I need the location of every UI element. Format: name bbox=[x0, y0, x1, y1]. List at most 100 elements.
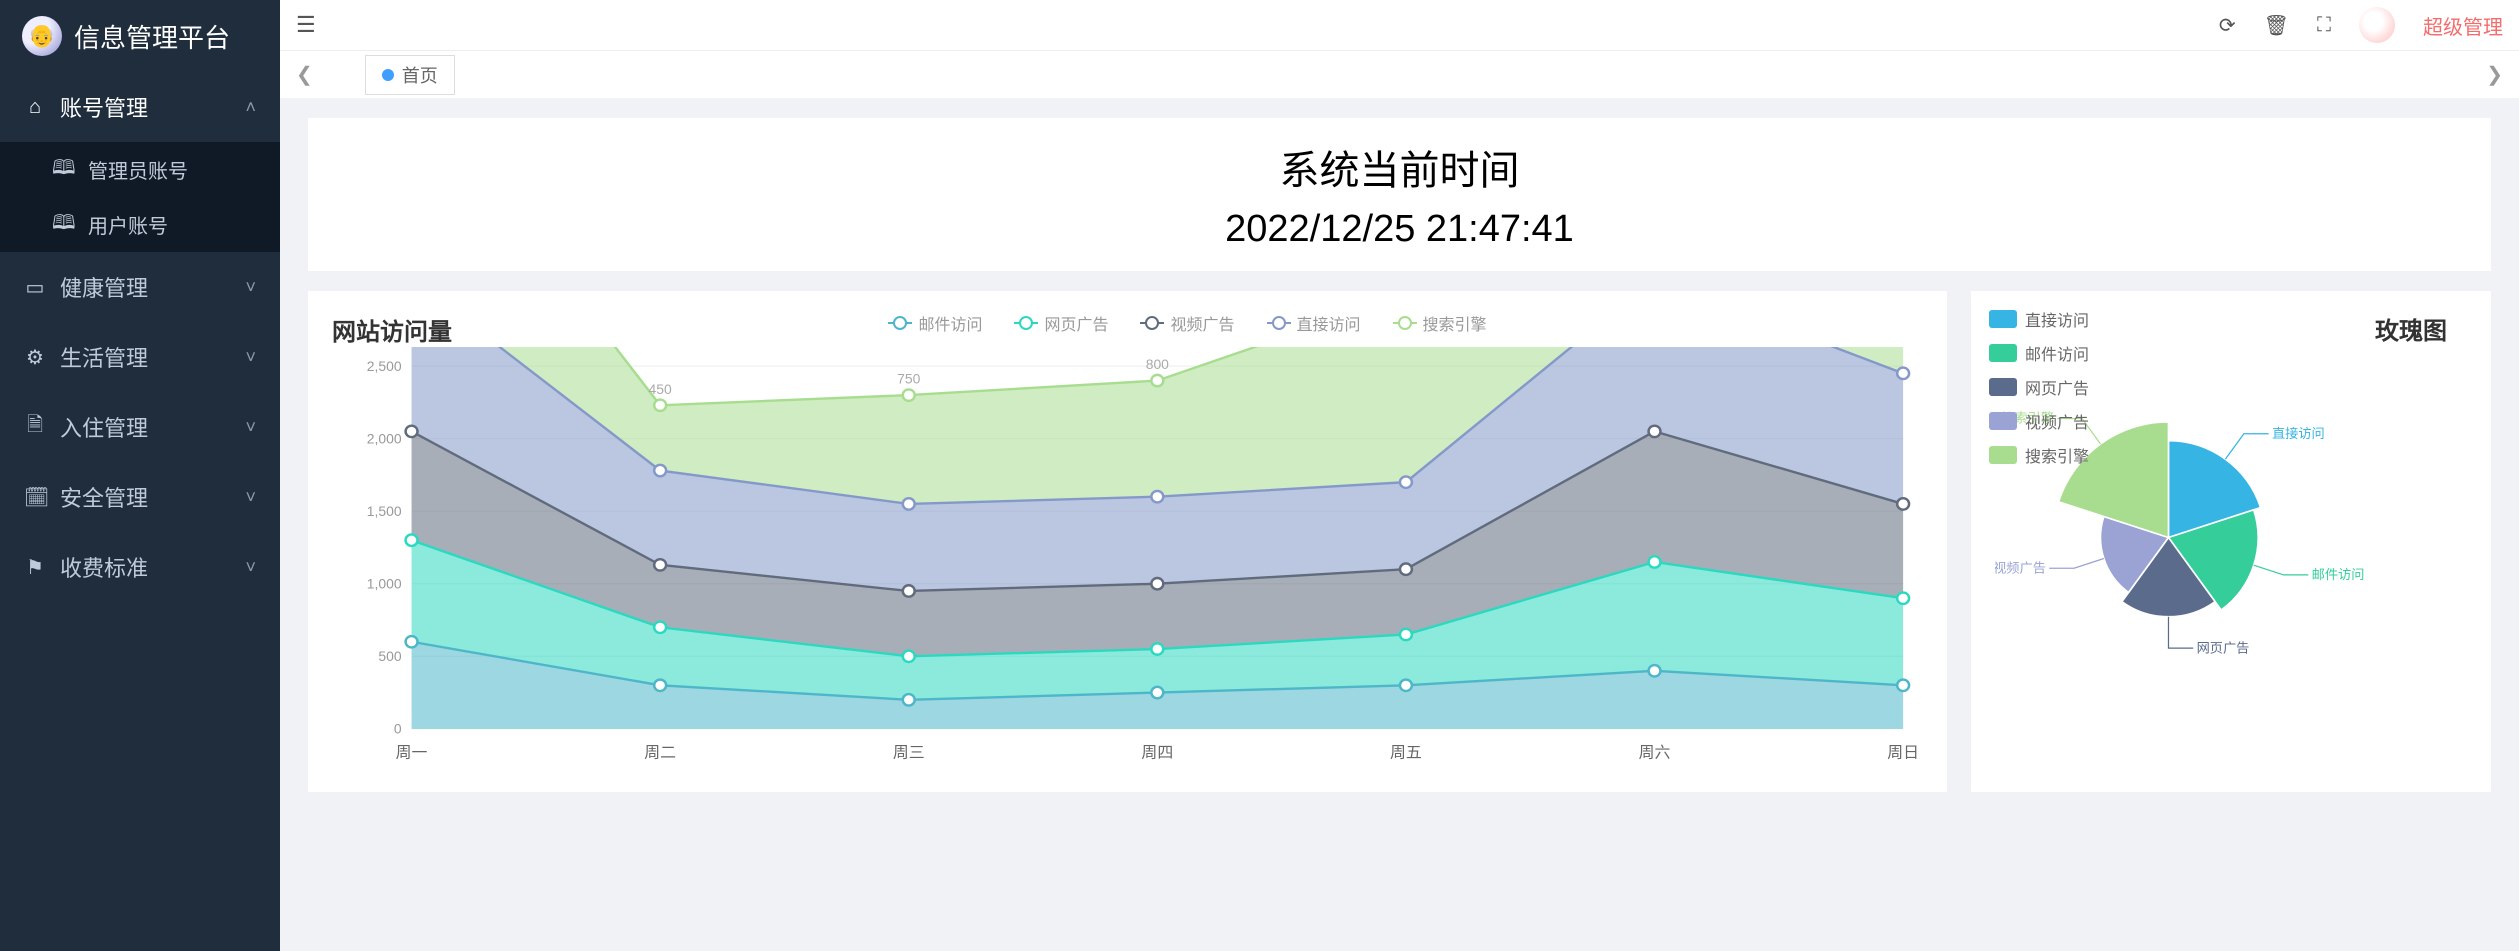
legend-swatch bbox=[1989, 446, 2017, 464]
svg-text:1,000: 1,000 bbox=[367, 577, 402, 592]
menu-label: 账号管理 bbox=[60, 91, 148, 123]
legend-label: 网页广告 bbox=[1044, 311, 1108, 335]
menu-icon: ⚙ bbox=[24, 345, 46, 370]
nav-menu: ⌂ 账号管理 ˄🕮管理员账号🕮用户账号▭ 健康管理 ˅⚙ 生活管理 ˅🗎 入住管… bbox=[0, 72, 280, 951]
submenu-label: 管理员账号 bbox=[88, 155, 188, 184]
submenu-label: 用户账号 bbox=[88, 210, 168, 239]
legend-label: 邮件访问 bbox=[918, 311, 982, 335]
time-card: 系统当前时间 2022/12/25 21:47:41 bbox=[308, 118, 2491, 271]
charts-row: 网站访问量 邮件访问网页广告视频广告直接访问搜索引擎 05001,0001,50… bbox=[308, 291, 2491, 792]
svg-text:500: 500 bbox=[378, 649, 402, 664]
svg-text:直接访问: 直接访问 bbox=[2272, 425, 2325, 441]
hamburger-icon[interactable]: ☰ bbox=[296, 12, 316, 38]
traffic-legend: 邮件访问 网页广告 视频广告 直接访问 搜索引擎 bbox=[452, 311, 1923, 335]
tabs-right-arrow-icon[interactable]: ❯ bbox=[2482, 58, 2507, 91]
legend-item-4[interactable]: 搜索引擎 bbox=[1393, 311, 1487, 335]
content: 系统当前时间 2022/12/25 21:47:41 网站访问量 邮件访问网页广… bbox=[280, 98, 2519, 951]
sidebar: 👴 信息管理平台 ⌂ 账号管理 ˄🕮管理员账号🕮用户账号▭ 健康管理 ˅⚙ 生活… bbox=[0, 0, 280, 951]
menu-icon: ⌂ bbox=[24, 96, 46, 119]
menu-label: 生活管理 bbox=[60, 341, 148, 373]
menu-icon: ▭ bbox=[24, 275, 46, 300]
top-actions: ⟳ 🗑 ⛶ 超级管理 bbox=[2219, 7, 2503, 43]
time-card-title: 系统当前时间 bbox=[332, 138, 2467, 196]
legend-label: 搜索引擎 bbox=[2025, 443, 2089, 467]
svg-text:2,000: 2,000 bbox=[367, 432, 402, 447]
traffic-chart-title: 网站访问量 bbox=[332, 312, 452, 347]
sidebar-item-2[interactable]: ⚙ 生活管理 ˅ bbox=[0, 322, 280, 392]
chevron-down-icon: ˅ bbox=[245, 487, 256, 508]
chevron-down-icon: ˅ bbox=[245, 557, 256, 578]
traffic-chart[interactable]: 05001,0001,5002,0002,5001350450750800129… bbox=[332, 347, 1923, 767]
sidebar-item-4[interactable]: 🗓 安全管理 ˅ bbox=[0, 462, 280, 532]
submenu-icon: 🕮 bbox=[52, 208, 74, 242]
legend-item-0[interactable]: 邮件访问 bbox=[888, 311, 982, 335]
legend-swatch bbox=[1989, 310, 2017, 328]
svg-text:周日: 周日 bbox=[1887, 745, 1919, 762]
tab-active-dot-icon bbox=[382, 69, 394, 81]
traffic-chart-card: 网站访问量 邮件访问 网页广告 视频广告 直接访问 搜索引擎 0 500 1,000 1,50… bbox=[308, 291, 1947, 792]
menu-icon: ⚑ bbox=[24, 555, 46, 580]
menu-label: 入住管理 bbox=[60, 411, 148, 443]
chevron-down-icon: ˅ bbox=[245, 277, 256, 298]
svg-text:周二: 周二 bbox=[644, 745, 676, 762]
tabs-left-arrow-icon[interactable]: ❮ bbox=[292, 58, 317, 91]
delete-icon[interactable]: 🗑 bbox=[2264, 13, 2289, 38]
brand-avatar-icon: 👴 bbox=[22, 16, 62, 56]
legend-item-2[interactable]: 视频广告 bbox=[1140, 311, 1234, 335]
tabs-bar: ❮ 首页 ❯ bbox=[280, 50, 2519, 98]
sidebar-item-1[interactable]: ▭ 健康管理 ˅ bbox=[0, 252, 280, 322]
chevron-up-icon: ˄ bbox=[245, 97, 256, 118]
legend-label: 直接访问 bbox=[1297, 311, 1361, 335]
brand-title: 信息管理平台 bbox=[74, 18, 230, 55]
svg-text:750: 750 bbox=[897, 372, 921, 387]
rose-legend-item-2[interactable]: 网页广告 bbox=[1989, 375, 2089, 399]
sidebar-item-5[interactable]: ⚑ 收费标准 ˅ bbox=[0, 532, 280, 602]
refresh-icon[interactable]: ⟳ bbox=[2219, 13, 2236, 38]
legend-label: 视频广告 bbox=[2025, 409, 2089, 433]
rose-legend: 直接访问邮件访问网页广告视频广告搜索引擎 bbox=[1989, 307, 2089, 467]
rose-legend-item-1[interactable]: 邮件访问 bbox=[1989, 341, 2089, 365]
tab-home[interactable]: 首页 bbox=[365, 55, 455, 95]
sidebar-subitem-0-1[interactable]: 🕮 用户账号 bbox=[0, 197, 280, 252]
topbar: ☰ ⟳ 🗑 ⛶ 超级管理 bbox=[280, 0, 2519, 50]
svg-text:邮件访问: 邮件访问 bbox=[2312, 567, 2365, 582]
rose-legend-item-4[interactable]: 搜索引擎 bbox=[1989, 443, 2089, 467]
fullscreen-icon[interactable]: ⛶ bbox=[2317, 14, 2331, 37]
legend-label: 搜索引擎 bbox=[1423, 311, 1487, 335]
svg-text:周六: 周六 bbox=[1639, 744, 1671, 762]
user-name[interactable]: 超级管理 bbox=[2423, 11, 2503, 40]
menu-label: 健康管理 bbox=[60, 271, 148, 303]
svg-text:1,500: 1,500 bbox=[367, 504, 402, 519]
submenu-icon: 🕮 bbox=[52, 153, 74, 187]
svg-text:周一: 周一 bbox=[396, 745, 428, 762]
legend-item-3[interactable]: 直接访问 bbox=[1267, 311, 1361, 335]
rose-legend-item-0[interactable]: 直接访问 bbox=[1989, 307, 2089, 331]
legend-swatch bbox=[1989, 412, 2017, 430]
menu-icon: 🗎 bbox=[24, 410, 46, 444]
rose-legend-item-3[interactable]: 视频广告 bbox=[1989, 409, 2089, 433]
menu-label: 收费标准 bbox=[60, 551, 148, 583]
chevron-down-icon: ˅ bbox=[245, 417, 256, 438]
menu-label: 安全管理 bbox=[60, 481, 148, 513]
rose-chart-card: 玫瑰图 直接访问邮件访问网页广告视频广告搜索引擎 直接访问邮件访问网页广告视频广… bbox=[1971, 291, 2491, 792]
legend-label: 直接访问 bbox=[2025, 307, 2089, 331]
svg-text:视频广告: 视频广告 bbox=[1995, 560, 2046, 575]
svg-text:800: 800 bbox=[1146, 357, 1170, 372]
sidebar-item-3[interactable]: 🗎 入住管理 ˅ bbox=[0, 392, 280, 462]
menu-icon: 🗓 bbox=[24, 485, 46, 510]
legend-label: 网页广告 bbox=[2025, 375, 2089, 399]
svg-text:450: 450 bbox=[649, 382, 673, 397]
sidebar-item-0[interactable]: ⌂ 账号管理 ˄ bbox=[0, 72, 280, 142]
svg-text:周四: 周四 bbox=[1141, 745, 1173, 762]
svg-text:网页广告: 网页广告 bbox=[2197, 640, 2250, 655]
svg-text:2,500: 2,500 bbox=[367, 359, 402, 374]
legend-item-1[interactable]: 网页广告 bbox=[1014, 311, 1108, 335]
sidebar-subitem-0-0[interactable]: 🕮 管理员账号 bbox=[0, 142, 280, 197]
chevron-down-icon: ˅ bbox=[245, 347, 256, 368]
main-area: ☰ ⟳ 🗑 ⛶ 超级管理 ❮ 首页 ❯ 系统当前时间 2022/12/25 21… bbox=[280, 0, 2519, 951]
svg-text:0: 0 bbox=[394, 722, 402, 737]
user-avatar[interactable] bbox=[2359, 7, 2395, 43]
svg-text:周五: 周五 bbox=[1390, 745, 1422, 762]
tab-label: 首页 bbox=[402, 62, 438, 88]
legend-label: 视频广告 bbox=[1170, 311, 1234, 335]
